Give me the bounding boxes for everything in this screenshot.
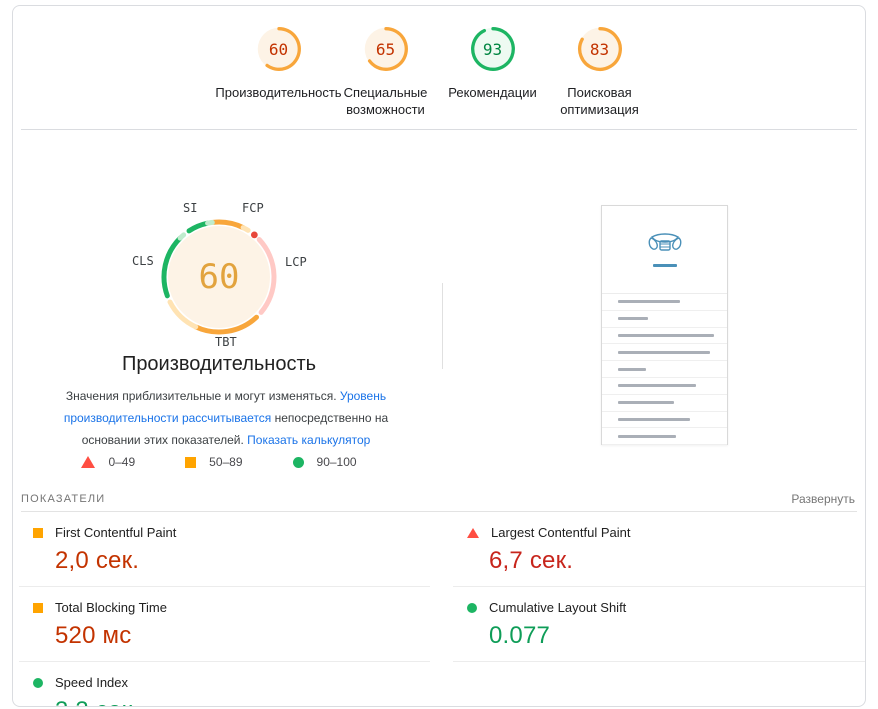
gauge-metric-label-lcp: LCP (285, 255, 307, 269)
metric-value: 0.077 (489, 622, 865, 650)
metric-square-icon (33, 528, 43, 538)
metric-value: 6,7 сек. (489, 547, 865, 575)
gauge-metric-label-tbt: TBT (215, 335, 237, 349)
legend-range: 0–49 (108, 455, 135, 469)
metric-triangle-icon (467, 528, 479, 538)
score-legend: 0–49 50–89 90–100 (13, 455, 425, 469)
legend-item: 50–89 (185, 455, 242, 469)
thumbnail-site-header (602, 206, 727, 294)
legend-range: 50–89 (209, 455, 242, 469)
thumbnail-menu-row (602, 395, 727, 412)
category-label: Рекомендации (448, 84, 537, 101)
metric-value: 3,3 сек. (55, 697, 430, 707)
page-screenshot-thumbnail (601, 205, 728, 445)
column-divider (442, 283, 443, 369)
category-performance[interactable]: 60 Производительность (225, 25, 332, 101)
thumbnail-menu-row (602, 294, 727, 311)
metric-item: Largest Contentful Paint 6,7 сек. (453, 512, 865, 587)
thumbnail-menu-row (602, 311, 727, 328)
thumbnail-menu-list (602, 294, 727, 445)
metric-item: Speed Index 3,3 сек. (19, 662, 430, 707)
legend-item: 0–49 (81, 455, 135, 469)
metrics-section-title: ПОКАЗАТЕЛИ (21, 493, 105, 505)
metric-circle-icon (467, 603, 477, 613)
performance-description: Значения приблизительные и могут изменят… (37, 385, 415, 451)
metric-item: Total Blocking Time 520 мс (19, 587, 430, 662)
category-label: Поисковая оптимизация (546, 84, 653, 118)
category-score-gauge: 60 (255, 25, 303, 73)
gauge-metric-label-cls: CLS (132, 254, 154, 268)
thumbnail-menu-row (602, 412, 727, 429)
description-text: Значения приблизительные и могут изменят… (66, 389, 340, 403)
category-score-gauge: 83 (576, 25, 624, 73)
metric-label: Speed Index (55, 675, 128, 690)
category-score-value: 65 (362, 25, 410, 73)
category-score-value: 93 (469, 25, 517, 73)
thumbnail-menu-row (602, 428, 727, 445)
report-card: 60 Производительность 65 Специальные воз… (12, 5, 866, 707)
legend-item: 90–100 (293, 455, 357, 469)
thumbnail-menu-row (602, 328, 727, 345)
metric-square-icon (33, 603, 43, 613)
metric-item: First Contentful Paint 2,0 сек. (19, 512, 430, 587)
expand-metrics-button[interactable]: Развернуть (791, 492, 855, 506)
category-best-practices[interactable]: 93 Рекомендации (439, 25, 546, 101)
metric-label: Total Blocking Time (55, 600, 167, 615)
legend-triangle-icon (81, 456, 95, 468)
legend-circle-icon (293, 457, 304, 468)
thumbnail-menu-row (602, 344, 727, 361)
thumbnail-menu-row (602, 378, 727, 395)
category-score-value: 83 (576, 25, 624, 73)
metrics-header: ПОКАЗАТЕЛИ Развернуть (21, 489, 855, 509)
site-logo-wordmark (653, 264, 677, 267)
category-label: Специальные возможности (332, 84, 439, 118)
category-seo[interactable]: 83 Поисковая оптимизация (546, 25, 653, 118)
metric-item: Cumulative Layout Shift 0.077 (453, 587, 865, 662)
gauge-metric-label-si: SI (183, 201, 197, 215)
category-accessibility[interactable]: 65 Специальные возможности (332, 25, 439, 118)
category-score-gauge: 65 (362, 25, 410, 73)
show-calculator-link[interactable]: Показать калькулятор (247, 433, 370, 447)
performance-title: Производительность (13, 353, 425, 376)
performance-score: 60 (157, 215, 281, 339)
category-score-value: 60 (255, 25, 303, 73)
metric-label: Largest Contentful Paint (491, 525, 630, 540)
metric-label: Cumulative Layout Shift (489, 600, 626, 615)
metric-value: 2,0 сек. (55, 547, 430, 575)
gauge-metric-label-fcp: FCP (242, 201, 264, 215)
thumbnail-menu-row (602, 361, 727, 378)
category-score-gauge: 93 (469, 25, 517, 73)
metrics-grid: First Contentful Paint 2,0 сек. Total Bl… (19, 512, 865, 707)
category-scores-header: 60 Производительность 65 Специальные воз… (13, 6, 865, 129)
metric-label: First Contentful Paint (55, 525, 176, 540)
site-logo-icon (647, 232, 683, 262)
legend-square-icon (185, 457, 196, 468)
metric-circle-icon (33, 678, 43, 688)
metric-value: 520 мс (55, 622, 430, 650)
header-divider (21, 129, 857, 130)
category-label: Производительность (215, 84, 341, 101)
legend-range: 90–100 (317, 455, 357, 469)
